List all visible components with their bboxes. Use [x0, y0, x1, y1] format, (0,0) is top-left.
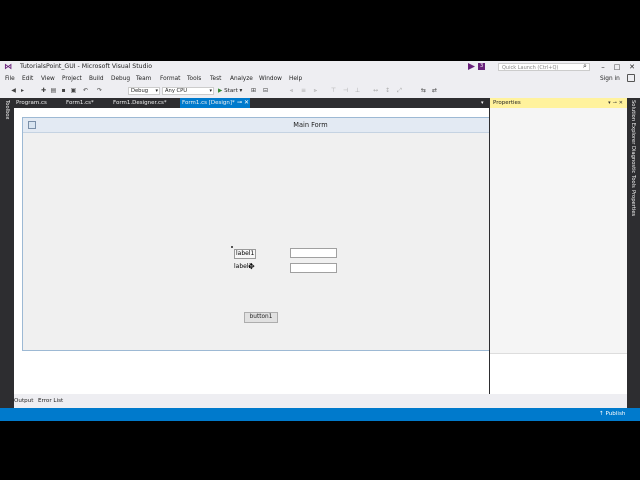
right-side-strip: Solution Explorer Diagnostic Tools Prope…: [627, 98, 640, 421]
configuration-value: Debug: [131, 88, 149, 94]
properties-panel: Properties ▾⊸✕: [489, 98, 627, 395]
visual-studio-window: ⋈ TutorialsPoint_GUI - Microsoft Visual …: [0, 61, 640, 421]
search-icon[interactable]: ⌕: [583, 62, 587, 71]
panel-controls: ▾⊸✕: [608, 98, 625, 108]
button1[interactable]: button1: [244, 312, 278, 323]
tab-order-icon[interactable]: ⇆: [420, 87, 427, 94]
properties-title: Properties: [493, 100, 521, 106]
align-middle-icon[interactable]: ⊣: [342, 87, 349, 94]
textbox1[interactable]: [290, 248, 337, 258]
align-right-icon[interactable]: ⫸: [312, 87, 319, 94]
tab-properties[interactable]: Properties: [630, 190, 636, 216]
chevron-down-icon: ▾: [209, 88, 212, 94]
title-bar: ⋈ TutorialsPoint_GUI - Microsoft Visual …: [0, 61, 640, 73]
app-title: TutorialsPoint_GUI - Microsoft Visual St…: [20, 63, 153, 70]
toolbox-tab[interactable]: Toolbox: [4, 100, 10, 119]
move-cursor-icon: ✥: [248, 262, 255, 271]
menu-help[interactable]: Help: [289, 75, 302, 83]
notification-area: 3: [468, 63, 486, 70]
make-same-size-icon[interactable]: ⤢: [396, 87, 403, 94]
play-icon: ▶: [218, 88, 223, 94]
open-file-icon[interactable]: ▤: [50, 87, 57, 94]
tab-output[interactable]: Output: [14, 397, 33, 405]
pin-icon[interactable]: ⊸: [237, 98, 242, 108]
menu-format[interactable]: Format: [160, 75, 180, 83]
back-icon[interactable]: ◀: [10, 87, 17, 94]
solution-icon[interactable]: ⊟: [262, 87, 269, 94]
standard-toolbar: ◀ ▸ ✚ ▤ ▪ ▣ ↶ ↷ Debug ▾ Any CPU ▾ ▶ Star…: [0, 85, 640, 96]
chevron-down-icon: ▾: [155, 88, 158, 94]
toolbox-strip: Toolbox: [0, 98, 14, 421]
menu-edit[interactable]: Edit: [22, 75, 33, 83]
tab-error-list[interactable]: Error List: [38, 397, 63, 405]
close-icon[interactable]: ✕: [619, 100, 625, 106]
make-same-width-icon[interactable]: ↔: [372, 87, 379, 94]
menu-analyze[interactable]: Analyze: [230, 75, 253, 83]
save-all-icon[interactable]: ▣: [70, 87, 77, 94]
tab-form1-cs[interactable]: Form1.cs*: [64, 98, 110, 108]
chevron-down-icon: ▾: [239, 88, 243, 94]
menu-tools[interactable]: Tools: [187, 75, 201, 83]
align-bottom-icon[interactable]: ⊥: [354, 87, 361, 94]
redo-icon[interactable]: ↷: [96, 87, 103, 94]
make-same-height-icon[interactable]: ↕: [384, 87, 391, 94]
menu-test[interactable]: Test: [210, 75, 221, 83]
textbox2[interactable]: [290, 263, 337, 273]
tab-program-cs[interactable]: Program.cs: [14, 98, 62, 108]
new-project-icon[interactable]: ✚: [40, 87, 47, 94]
maximize-icon[interactable]: □: [612, 62, 622, 72]
platform-dropdown[interactable]: Any CPU ▾: [162, 87, 214, 95]
minimize-icon[interactable]: –: [598, 62, 608, 72]
menu-build[interactable]: Build: [89, 75, 104, 83]
label1[interactable]: label1: [234, 249, 257, 259]
menu-view[interactable]: View: [41, 75, 55, 83]
flag-icon[interactable]: [468, 63, 475, 70]
save-icon[interactable]: ▪: [60, 87, 67, 94]
notification-badge[interactable]: 3: [478, 63, 486, 70]
bring-to-front-icon[interactable]: ⇄: [431, 87, 438, 94]
menu-debug[interactable]: Debug: [111, 75, 130, 83]
start-button[interactable]: ▶ Start ▾: [218, 87, 242, 95]
sign-in-link[interactable]: Sign in: [600, 75, 620, 83]
tab-diagnostic-tools[interactable]: Diagnostic Tools: [630, 146, 636, 188]
start-label: Start: [224, 88, 238, 94]
selection-handle[interactable]: [231, 246, 233, 248]
tab-solution-explorer[interactable]: Solution Explorer: [630, 100, 636, 144]
tab-form1-designer-cs[interactable]: Form1.Designer.cs*: [111, 98, 179, 108]
tab-overflow-icon[interactable]: ▾: [481, 98, 484, 108]
configuration-dropdown[interactable]: Debug ▾: [128, 87, 160, 95]
properties-description-area: [490, 353, 627, 395]
forward-icon[interactable]: ▸: [19, 87, 26, 94]
properties-header: Properties ▾⊸✕: [490, 98, 627, 108]
arrow-up-icon: ↑: [599, 411, 604, 417]
menu-file[interactable]: File: [5, 75, 15, 83]
visual-studio-logo-icon: ⋈: [4, 62, 12, 71]
status-bar: ↑ Publish: [0, 408, 640, 421]
close-tab-icon[interactable]: ✕: [244, 98, 249, 108]
account-icon[interactable]: [627, 74, 635, 82]
publish-button[interactable]: ↑ Publish: [599, 410, 625, 419]
undo-icon[interactable]: ↶: [82, 87, 89, 94]
close-icon[interactable]: ✕: [627, 62, 637, 72]
menu-project[interactable]: Project: [62, 75, 82, 83]
align-center-icon[interactable]: ≡: [300, 87, 307, 94]
attach-icon[interactable]: ⊞: [250, 87, 257, 94]
menu-bar: File Edit View Project Build Debug Team …: [0, 74, 640, 84]
menu-team[interactable]: Team: [136, 75, 151, 83]
publish-label: Publish: [605, 411, 626, 417]
align-left-icon[interactable]: ⫷: [288, 87, 295, 94]
quick-launch-input[interactable]: Quick Launch (Ctrl+Q): [498, 63, 590, 71]
align-top-icon[interactable]: ⊤: [330, 87, 337, 94]
platform-value: Any CPU: [165, 88, 188, 94]
document-tab-strip: Program.cs Form1.cs* Form1.Designer.cs* …: [14, 98, 489, 108]
menu-window[interactable]: Window: [259, 75, 282, 83]
